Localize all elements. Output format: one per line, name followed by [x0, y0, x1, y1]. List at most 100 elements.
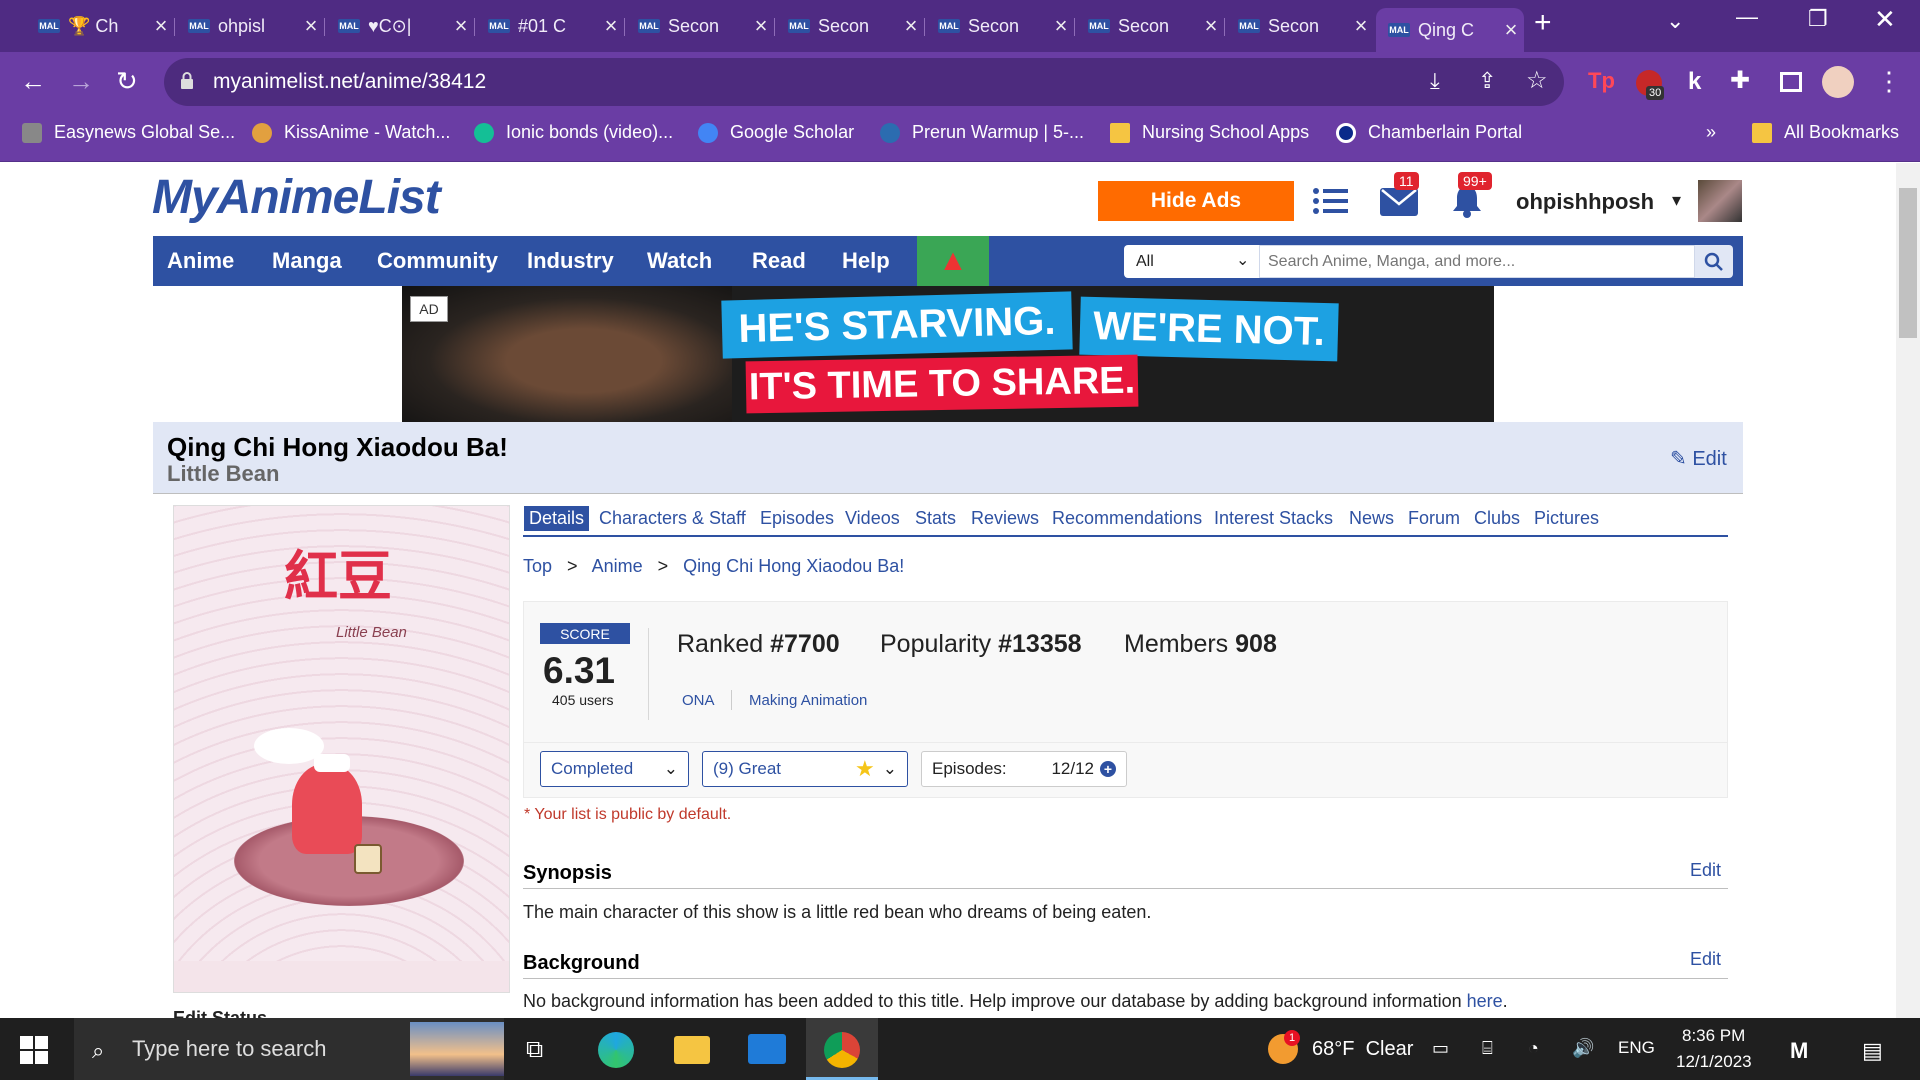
- volume-icon[interactable]: 🔊: [1572, 1038, 1594, 1059]
- tab-episodes[interactable]: Episodes: [760, 508, 834, 529]
- close-tab-icon[interactable]: ×: [598, 13, 624, 39]
- tab-reviews[interactable]: Reviews: [971, 508, 1039, 529]
- weather-text[interactable]: 68°F Clear: [1312, 1038, 1413, 1061]
- tab-details[interactable]: Details: [524, 506, 590, 531]
- breadcrumb-anime[interactable]: Anime: [592, 556, 643, 576]
- scrollbar-thumb[interactable]: [1899, 188, 1917, 338]
- close-window-button[interactable]: ✕: [1874, 4, 1896, 35]
- tab-pictures[interactable]: Pictures: [1534, 508, 1599, 529]
- studio-link[interactable]: Making Animation: [749, 692, 867, 709]
- bookmark-kissanime[interactable]: KissAnime - Watch...: [252, 122, 450, 143]
- hide-ads-button[interactable]: Hide Ads: [1098, 181, 1294, 221]
- close-tab-icon[interactable]: ×: [298, 13, 324, 39]
- bookmarks-overflow-icon[interactable]: »: [1706, 122, 1716, 143]
- minimize-button[interactable]: —: [1736, 4, 1758, 30]
- tab-interest-stacks[interactable]: Interest Stacks: [1214, 508, 1333, 529]
- bookmark-ionic-bonds[interactable]: Ionic bonds (video)...: [474, 122, 673, 143]
- new-tab-button[interactable]: +: [1534, 6, 1552, 40]
- nav-item-help[interactable]: Help: [842, 236, 890, 286]
- back-icon[interactable]: ←: [20, 66, 46, 97]
- synopsis-edit-link[interactable]: Edit: [1690, 860, 1721, 881]
- close-tab-icon[interactable]: ×: [448, 13, 474, 39]
- nav-item-watch[interactable]: Watch: [647, 236, 712, 286]
- edit-title-link[interactable]: ✎ Edit: [1670, 446, 1727, 471]
- tab-recommendations[interactable]: Recommendations: [1052, 508, 1202, 529]
- nav-item-industry[interactable]: Industry: [527, 236, 614, 286]
- nav-item-read[interactable]: Read: [752, 236, 806, 286]
- site-logo[interactable]: MyAnimeList: [152, 170, 441, 225]
- reload-icon[interactable]: ↻: [116, 66, 138, 97]
- list-icon[interactable]: [1312, 186, 1348, 216]
- all-bookmarks[interactable]: All Bookmarks: [1752, 122, 1899, 143]
- bookmark-star-icon[interactable]: ☆: [1526, 66, 1548, 95]
- close-tab-icon[interactable]: ×: [1348, 13, 1374, 39]
- close-tab-icon[interactable]: ×: [1498, 17, 1524, 43]
- bookmark-nursing-apps[interactable]: Nursing School Apps: [1110, 122, 1309, 143]
- windows-start-icon[interactable]: [20, 1036, 48, 1064]
- user-avatar[interactable]: [1698, 180, 1742, 222]
- restore-button[interactable]: ❐: [1808, 6, 1828, 32]
- tab-stats[interactable]: Stats: [915, 508, 956, 529]
- notification-center-icon[interactable]: ▤: [1862, 1038, 1883, 1064]
- m-app-icon[interactable]: M: [1790, 1038, 1808, 1064]
- tab-search-chevron-icon[interactable]: ⌄: [1666, 8, 1684, 34]
- language-indicator[interactable]: ENG: [1618, 1038, 1655, 1058]
- tab-forum[interactable]: Forum: [1408, 508, 1460, 529]
- advertisement-banner[interactable]: AD HE'S STARVING. WE'RE NOT. IT'S TIME T…: [402, 286, 1494, 422]
- browser-tab[interactable]: MAL Secon ×: [926, 8, 1074, 44]
- background-here-link[interactable]: here: [1467, 991, 1503, 1011]
- bookmark-prerun[interactable]: Prerun Warmup | 5-...: [880, 122, 1084, 143]
- file-explorer-icon[interactable]: [674, 1036, 710, 1064]
- search-input[interactable]: [1259, 245, 1695, 278]
- forward-icon[interactable]: →: [68, 66, 94, 97]
- search-button[interactable]: [1695, 245, 1733, 278]
- browser-tab[interactable]: MAL #01 C ×: [476, 8, 624, 44]
- close-tab-icon[interactable]: ×: [1198, 13, 1224, 39]
- breadcrumb-title[interactable]: Qing Chi Hong Xiaodou Ba!: [683, 556, 904, 576]
- tab-clubs[interactable]: Clubs: [1474, 508, 1520, 529]
- browser-tab[interactable]: MAL Secon ×: [776, 8, 924, 44]
- battery-icon[interactable]: ▭: [1432, 1038, 1449, 1059]
- sidepanel-icon[interactable]: [1780, 72, 1802, 92]
- extension-tp-icon[interactable]: Tp: [1588, 68, 1615, 94]
- task-view-icon[interactable]: ⧉: [526, 1036, 543, 1064]
- extensions-puzzle-icon[interactable]: ✚: [1730, 66, 1750, 95]
- bookmark-google-scholar[interactable]: Google Scholar: [698, 122, 854, 143]
- anime-poster[interactable]: 紅豆 Little Bean: [173, 505, 510, 993]
- bookmark-easynews[interactable]: Easynews Global Se...: [22, 122, 235, 143]
- browser-tab[interactable]: MAL 🏆 Ch ×: [26, 8, 174, 44]
- close-tab-icon[interactable]: ×: [748, 13, 774, 39]
- browser-tab[interactable]: MAL ohpisl ×: [176, 8, 324, 44]
- browser-tab[interactable]: MAL Secon ×: [626, 8, 774, 44]
- mail-app-icon[interactable]: [748, 1034, 786, 1064]
- username-menu[interactable]: ohpishhposh: [1516, 189, 1654, 215]
- profile-avatar[interactable]: [1822, 66, 1854, 98]
- browser-tab[interactable]: MAL Qing C ×: [1376, 8, 1524, 52]
- device-icon[interactable]: ⌸: [1482, 1038, 1493, 1059]
- tab-videos[interactable]: Videos: [845, 508, 900, 529]
- browser-tab[interactable]: MAL ♥C⊙| ×: [326, 8, 474, 44]
- chrome-menu-icon[interactable]: ⋮: [1876, 66, 1902, 97]
- episodes-progress[interactable]: Episodes: 12/12 +: [921, 751, 1127, 787]
- status-select[interactable]: Completed ⌄: [540, 751, 689, 787]
- increment-episode-icon[interactable]: +: [1100, 761, 1116, 777]
- nav-item-anime[interactable]: Anime: [167, 236, 234, 286]
- close-tab-icon[interactable]: ×: [148, 13, 174, 39]
- breadcrumb-top[interactable]: Top: [523, 556, 552, 576]
- nav-item-community[interactable]: Community: [377, 236, 498, 286]
- close-tab-icon[interactable]: ×: [1048, 13, 1074, 39]
- clock-time[interactable]: 8:36 PM: [1682, 1026, 1745, 1046]
- tab-news[interactable]: News: [1349, 508, 1394, 529]
- caret-down-icon[interactable]: ▾: [1672, 190, 1681, 211]
- santa-hat-icon[interactable]: ▲: [917, 236, 989, 286]
- background-edit-link[interactable]: Edit: [1690, 949, 1721, 970]
- browser-tab[interactable]: MAL Secon ×: [1076, 8, 1224, 44]
- wifi-icon[interactable]: ◔: [1528, 1038, 1539, 1059]
- tab-characters-staff[interactable]: Characters & Staff: [599, 508, 746, 529]
- type-link[interactable]: ONA: [682, 692, 715, 709]
- extension-k-icon[interactable]: k: [1688, 68, 1701, 96]
- mail-icon[interactable]: [1380, 186, 1418, 216]
- nav-item-manga[interactable]: Manga: [272, 236, 342, 286]
- share-icon[interactable]: ⇪: [1478, 68, 1496, 94]
- user-score-select[interactable]: (9) Great ★ ⌄: [702, 751, 908, 787]
